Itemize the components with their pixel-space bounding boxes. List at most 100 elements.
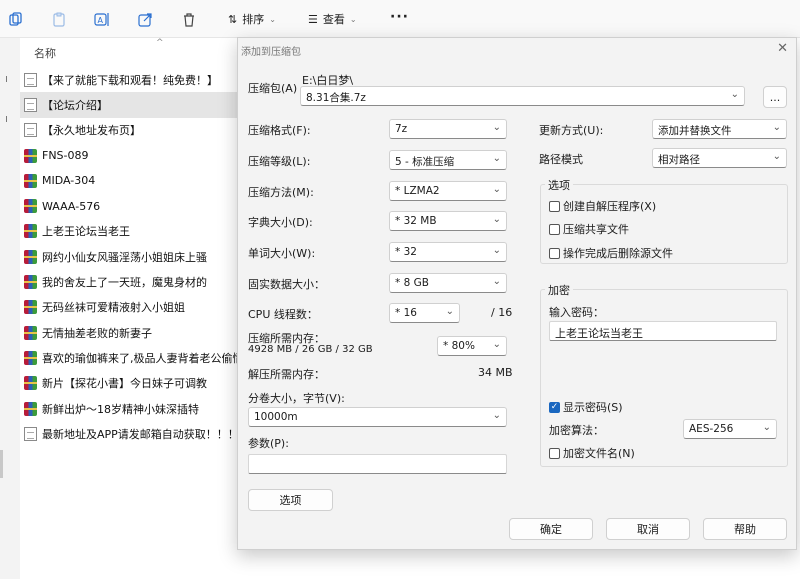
dictionary-label: 字典大小(D): (248, 216, 313, 229)
file-name: WAAA-576 (42, 199, 101, 213)
file-name: 新片【探花小書】今日妹子可调教 (42, 377, 207, 391)
checkbox-icon (549, 200, 560, 212)
chevron-down-icon: ⌄ (492, 245, 501, 256)
nav-chevron-icon[interactable] (6, 116, 9, 122)
share-icon[interactable] (136, 10, 154, 28)
cancel-button[interactable]: 取消 (606, 518, 690, 540)
password-input[interactable]: 上老王论坛当老王 (549, 321, 777, 341)
archive-label: 压缩包(A) (248, 82, 298, 95)
file-row[interactable]: 最新地址及APP请发邮箱自动获取！！！ (20, 421, 237, 446)
file-row[interactable]: FNS-089 (20, 143, 237, 168)
browse-button[interactable]: ... (763, 86, 787, 108)
archive-file-icon (24, 148, 37, 163)
encryption-method-label: 加密算法： (549, 424, 604, 437)
file-name: MIDA-304 (42, 174, 96, 188)
path-mode-select[interactable]: 相对路径 ⌄ (652, 148, 787, 168)
chevron-down-icon: ⌄ (492, 153, 501, 164)
file-row[interactable]: 喜欢的瑜伽裤来了,极品人妻背着老公偷情 (20, 345, 237, 370)
more-options-button[interactable]: ··· (390, 9, 409, 25)
decompress-memory-value: 34 MB (478, 366, 513, 379)
file-row[interactable]: 【论坛介绍】 (20, 92, 237, 118)
create-sfx-checkbox[interactable]: 创建自解压程序(X) (549, 198, 656, 214)
copy-icon[interactable] (7, 10, 25, 28)
encryption-method-select[interactable]: AES-256 ⌄ (683, 419, 777, 439)
explorer-toolbar: A ⇅ 排序 ⌄ ☰ 查看 ⌄ ··· (0, 0, 800, 38)
sort-button[interactable]: ⇅ 排序 ⌄ (228, 10, 276, 28)
split-volume-select[interactable]: 10000m ⌄ (248, 407, 507, 427)
file-row[interactable]: 新鲜出炉～18岁精神小妹深插特 (20, 396, 237, 421)
sort-label: 排序 (242, 13, 265, 26)
delete-icon[interactable] (180, 10, 198, 28)
chevron-down-icon: ⌄ (269, 14, 276, 24)
nav-chevron-icon[interactable] (6, 76, 9, 82)
word-size-select[interactable]: * 32 ⌄ (389, 242, 507, 262)
file-row[interactable]: 我的舍友上了一天班，魔鬼身材的 (20, 269, 237, 294)
options-group-title: 选项 (545, 177, 573, 193)
close-icon[interactable]: ✕ (777, 41, 788, 56)
file-row[interactable]: 上老王论坛当老王 (20, 219, 237, 244)
text-file-icon (24, 72, 37, 87)
file-name: 网约小仙女风骚淫荡小姐姐床上骚 (42, 250, 207, 264)
file-row[interactable]: 新片【探花小書】今日妹子可调教 (20, 371, 237, 396)
paste-icon[interactable] (50, 10, 68, 28)
file-name: 【来了就能下载和观看！纯免费！】 (42, 73, 218, 87)
view-label: 查看 (322, 13, 345, 26)
compress-shared-checkbox[interactable]: 压缩共享文件 (549, 221, 629, 237)
archive-file-icon (24, 401, 37, 416)
format-select[interactable]: 7z ⌄ (389, 119, 507, 139)
chevron-down-icon: ⌄ (762, 422, 771, 433)
update-mode-select[interactable]: 添加并替换文件 ⌄ (652, 119, 787, 139)
delete-after-checkbox[interactable]: 操作完成后删除源文件 (549, 245, 673, 261)
archive-file-icon (24, 300, 37, 315)
solid-size-select[interactable]: * 8 GB ⌄ (389, 273, 507, 293)
encrypt-filenames-checkbox[interactable]: 加密文件名(N) (549, 445, 635, 461)
level-select[interactable]: 5 - 标准压缩 ⌄ (389, 150, 507, 170)
chevron-down-icon: ⌄ (492, 276, 501, 287)
dictionary-select[interactable]: * 32 MB ⌄ (389, 211, 507, 231)
split-volume-label: 分卷大小，字节(V): (248, 392, 345, 405)
archive-file-icon (24, 173, 37, 188)
file-name: 我的舍友上了一天班，魔鬼身材的 (42, 276, 207, 290)
encryption-group-title: 加密 (545, 282, 573, 298)
decompress-memory-label: 解压所需内存： (248, 368, 325, 381)
chevron-down-icon: ⌄ (492, 339, 501, 350)
options-button[interactable]: 选项 (248, 489, 333, 511)
archive-file-icon (24, 224, 37, 239)
file-row[interactable]: 无情抽差老败的新妻子 (20, 320, 237, 345)
checkmark-icon: ✓ (549, 401, 560, 413)
file-row[interactable]: MIDA-304 (20, 168, 237, 193)
show-password-checkbox[interactable]: ✓ 显示密码(S) (549, 399, 623, 415)
view-icon: ☰ (308, 12, 318, 26)
update-mode-label: 更新方式(U): (539, 124, 604, 137)
column-name-header[interactable]: 名称 (34, 45, 56, 61)
file-name: 【永久地址发布页】 (42, 124, 141, 138)
file-row[interactable]: 网约小仙女风骚淫荡小姐姐床上骚 (20, 244, 237, 269)
archive-file-icon (24, 350, 37, 365)
checkbox-icon (549, 223, 560, 235)
method-label: 压缩方法(M): (248, 186, 314, 199)
file-name: 【论坛介绍】 (42, 98, 108, 112)
cpu-threads-select[interactable]: * 16 ⌄ (389, 303, 460, 323)
password-label: 输入密码： (549, 306, 604, 319)
file-row[interactable]: 【来了就能下载和观看！纯免费！】 (20, 67, 237, 92)
file-row[interactable]: 【永久地址发布页】 (20, 118, 237, 143)
file-row[interactable]: WAAA-576 (20, 193, 237, 218)
file-row[interactable]: 无码丝袜可爱精液射入小姐姐 (20, 295, 237, 320)
archive-file-icon (24, 275, 37, 290)
text-file-icon (24, 97, 37, 112)
dialog-title: 添加到压缩包 (241, 47, 301, 58)
parameters-label: 参数(P): (248, 437, 289, 450)
view-button[interactable]: ☰ 查看 ⌄ (308, 10, 357, 28)
archive-file-icon (24, 376, 37, 391)
sort-ascending-icon: ^ (156, 38, 164, 48)
archive-name-input[interactable]: 8.31合集.7z ⌄ (300, 86, 745, 106)
method-select[interactable]: * LZMA2 ⌄ (389, 181, 507, 201)
parameters-input[interactable] (248, 454, 507, 474)
level-label: 压缩等级(L): (248, 155, 311, 168)
help-button[interactable]: 帮助 (703, 518, 787, 540)
rename-icon[interactable]: A (93, 10, 111, 28)
ok-button[interactable]: 确定 (509, 518, 593, 540)
scrollbar[interactable] (0, 450, 3, 478)
memory-percent-select[interactable]: * 80% ⌄ (437, 336, 507, 356)
file-name: FNS-089 (42, 149, 89, 163)
